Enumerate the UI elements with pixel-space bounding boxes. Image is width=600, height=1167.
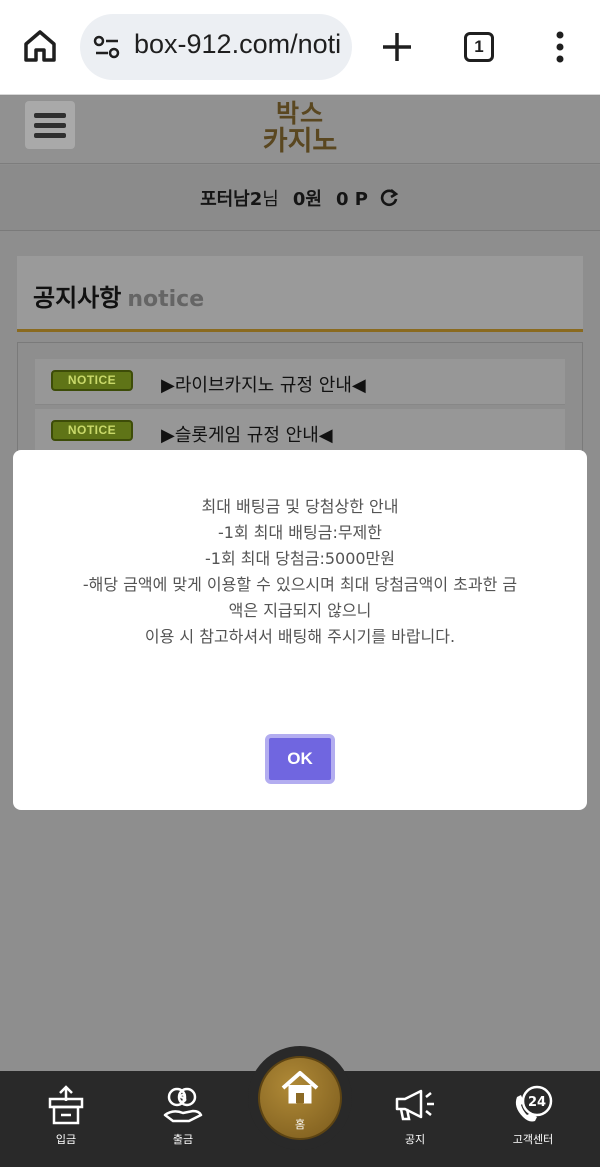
nav-label: 홈 <box>294 1118 306 1131</box>
megaphone-icon <box>395 1089 434 1121</box>
notice-badge: NOTICE <box>51 370 133 391</box>
page-subtitle: notice <box>127 287 205 312</box>
browser-home-icon[interactable] <box>20 26 60 66</box>
home-button[interactable]: 홈 <box>258 1056 342 1140</box>
nav-label: 고객센터 <box>512 1133 554 1146</box>
user-info-bar: 포터남2님 0원 0 P <box>0 165 600 231</box>
page-title: 공지사항 notice <box>33 284 205 312</box>
user-balance: 0원 <box>292 189 322 210</box>
nav-home[interactable]: 홈 <box>248 1046 352 1150</box>
list-item[interactable]: NOTICE ▶슬롯게임 규정 안내◀ <box>35 409 565 455</box>
dialog-line: 이용 시 참고하셔서 배팅해 주시기를 바랍니다. <box>144 627 456 646</box>
user-points: 0 P <box>335 189 368 210</box>
svg-text:24: 24 <box>528 1095 546 1110</box>
browser-menu-icon[interactable] <box>548 28 572 68</box>
nav-withdraw[interactable]: $ 출금 <box>138 1083 228 1147</box>
withdraw-icon: $ <box>163 1087 203 1123</box>
notice-badge: NOTICE <box>51 420 133 441</box>
site-logo[interactable]: 박스 카지노 <box>250 100 350 156</box>
notice-item-title[interactable]: ▶슬롯게임 규정 안내◀ <box>161 421 333 447</box>
dialog-line: -1회 최대 배팅금:무제한 <box>218 523 382 542</box>
deposit-icon <box>48 1085 84 1125</box>
logo-line-2: 카지노 <box>262 126 338 157</box>
dialog-line: 최대 배팅금 및 당첨상한 안내 <box>201 497 399 516</box>
site-header: 박스 카지노 <box>0 96 600 164</box>
nav-label: 공지 <box>404 1133 426 1146</box>
svg-text:$: $ <box>179 1091 187 1105</box>
url-text: box-912.com/noti <box>134 29 342 59</box>
dialog-line: -해당 금액에 맞게 이용할 수 있으시며 최대 당첨금액이 초과한 금 <box>82 575 518 594</box>
home-icon <box>281 1071 319 1104</box>
nav-deposit[interactable]: 입금 <box>21 1083 111 1147</box>
support-24-icon: 24 <box>515 1085 553 1122</box>
site-settings-icon[interactable] <box>92 34 122 60</box>
hamburger-menu-button[interactable] <box>25 101 75 149</box>
notice-header: 공지사항 notice <box>17 256 583 332</box>
nav-support[interactable]: 24 고객센터 <box>488 1083 578 1147</box>
browser-toolbar: box-912.com/noti 1 <box>0 0 600 95</box>
ok-button[interactable]: OK <box>265 734 335 784</box>
new-tab-icon[interactable] <box>378 28 416 66</box>
list-item[interactable]: NOTICE ▶라이브카지노 규정 안내◀ <box>35 359 565 405</box>
nav-label: 입금 <box>55 1133 77 1146</box>
logo-line-1: 박스 <box>275 99 324 128</box>
alert-dialog: 최대 배팅금 및 당첨상한 안내 -1회 최대 배팅금:무제한 -1회 최대 당… <box>13 450 587 810</box>
dialog-message: 최대 배팅금 및 당첨상한 안내 -1회 최대 배팅금:무제한 -1회 최대 당… <box>33 494 567 650</box>
nav-notice[interactable]: 공지 <box>370 1083 460 1147</box>
user-name: 포터남2 <box>200 189 263 210</box>
dialog-line: 액은 지급되지 않으니 <box>228 601 372 620</box>
user-honorific: 님 <box>262 189 279 210</box>
notice-item-title[interactable]: ▶라이브카지노 규정 안내◀ <box>161 371 366 397</box>
dialog-line: -1회 최대 당첨금:5000만원 <box>205 549 395 568</box>
tab-switcher-button[interactable]: 1 <box>464 32 494 62</box>
nav-label: 출금 <box>172 1133 194 1146</box>
refresh-icon[interactable] <box>378 187 400 209</box>
address-bar[interactable]: box-912.com/noti <box>80 14 352 80</box>
